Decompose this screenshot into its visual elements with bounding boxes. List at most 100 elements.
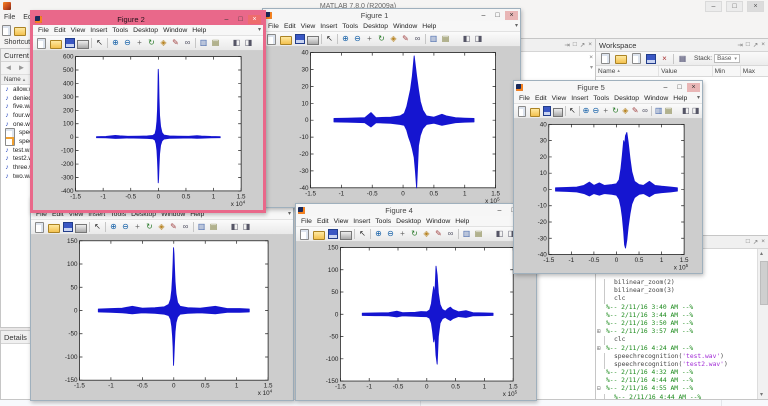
history-item[interactable]: ⊞ %-- 2/11/16 4:24 AM --%: [596, 345, 758, 353]
scroll-up-icon[interactable]: ▴: [760, 250, 763, 257]
back-icon[interactable]: ◄: [3, 63, 14, 74]
close-button[interactable]: ×: [687, 82, 700, 92]
history-item[interactable]: %-- 2/11/16 3:40 AM --%: [596, 304, 758, 312]
menu-item[interactable]: Edit: [282, 23, 298, 30]
data-cursor-icon[interactable]: ◈: [388, 34, 399, 45]
brush-icon[interactable]: ✎: [433, 229, 444, 240]
close-icon[interactable]: ×: [589, 54, 593, 61]
menu-item[interactable]: Tools: [591, 95, 611, 102]
open-folder-icon[interactable]: [529, 107, 540, 117]
undock-icon[interactable]: ↗: [753, 41, 758, 49]
colorbar-icon[interactable]: ▥: [198, 38, 209, 49]
undock-icon[interactable]: ↗: [580, 41, 585, 49]
history-item[interactable]: %-- 2/11/16 3:50 AM --%: [596, 320, 758, 328]
menu-item[interactable]: Help: [190, 27, 208, 34]
menu-item[interactable]: Help: [453, 218, 471, 225]
maximize-button[interactable]: □: [491, 11, 504, 20]
plot-selector-icon[interactable]: ▦: [677, 53, 688, 64]
figure-window-2[interactable]: Figure 2 – □ × ▾ File Edit View Insert Tools…: [30, 10, 266, 213]
legend-icon[interactable]: ▤: [208, 222, 219, 233]
workspace-header[interactable]: Workspace ⇥ □ ↗ ×: [596, 39, 768, 52]
colorbar-icon[interactable]: ▥: [196, 222, 207, 233]
menu-item[interactable]: File: [36, 27, 51, 34]
zoom-out-icon[interactable]: ⊖: [591, 106, 600, 117]
menu-item[interactable]: View: [332, 218, 351, 225]
show-tools-icon[interactable]: ◨: [241, 222, 252, 233]
wav-file-icon[interactable]: ♪: [3, 146, 11, 154]
brush-icon[interactable]: ✎: [170, 38, 181, 49]
minimize-button[interactable]: –: [220, 15, 233, 24]
legend-icon[interactable]: ▤: [440, 34, 451, 45]
zoom-in-icon[interactable]: ⊕: [373, 229, 384, 240]
open-folder-icon[interactable]: [14, 26, 26, 36]
menu-item[interactable]: Edit: [315, 218, 331, 225]
menu-item[interactable]: Insert: [569, 95, 590, 102]
cursor-icon[interactable]: ↖: [357, 229, 368, 240]
menu-item[interactable]: Help: [671, 95, 689, 102]
cursor-icon[interactable]: ↖: [568, 106, 577, 117]
wav-file-icon[interactable]: ♪: [3, 172, 11, 180]
data-cursor-icon[interactable]: ◈: [621, 106, 630, 117]
menu-overflow-icon[interactable]: ▾: [258, 26, 261, 33]
wav-file-icon[interactable]: ♪: [3, 85, 11, 93]
open-folder-icon[interactable]: [313, 230, 325, 240]
figure-titlebar[interactable]: Figure 2 – □ ×: [33, 13, 263, 25]
open-folder-icon[interactable]: [280, 35, 292, 45]
forward-icon[interactable]: ►: [16, 63, 27, 74]
menu-item[interactable]: Desktop: [612, 95, 641, 102]
figure-window-5[interactable]: Figure 5 – □ × ▾ File Edit View Insert Tools…: [513, 80, 703, 274]
new-file-icon[interactable]: [267, 33, 276, 45]
figure-window-4[interactable]: Figure 4 – □ × ▾ FileEditViewInsertTools…: [295, 203, 537, 401]
close-button[interactable]: ×: [505, 10, 518, 20]
history-item[interactable]: clc: [596, 295, 758, 304]
history-item[interactable]: %-- 2/11/16 4:44 AM --%: [596, 377, 758, 385]
history-item[interactable]: speechrecognition('test.wav'): [596, 352, 758, 362]
history-item[interactable]: clc: [596, 336, 758, 345]
wav-file-icon[interactable]: ♪: [3, 120, 11, 128]
figure-titlebar[interactable]: Figure 1 – □ ×: [263, 9, 520, 21]
print-icon[interactable]: [77, 39, 89, 49]
menu-item[interactable]: View: [69, 27, 88, 34]
show-tools-icon[interactable]: ◨: [473, 34, 484, 45]
rotate-icon[interactable]: ↻: [376, 34, 387, 45]
hide-tools-icon[interactable]: ◧: [494, 229, 505, 240]
import-data-icon[interactable]: [632, 53, 641, 64]
minimize-button[interactable]: –: [493, 206, 506, 215]
menu-item[interactable]: Insert: [318, 23, 339, 30]
zoom-out-icon[interactable]: ⊖: [122, 38, 133, 49]
save-workspace-icon[interactable]: [646, 53, 656, 64]
history-item[interactable]: ⊟ %-- 2/11/16 4:55 AM --%: [596, 385, 758, 393]
hide-tools-icon[interactable]: ◧: [681, 106, 690, 117]
maximize-button[interactable]: □: [234, 15, 247, 24]
chevron-down-icon[interactable]: ▾: [590, 64, 593, 71]
new-file-icon[interactable]: [2, 24, 11, 36]
menu-item[interactable]: Window: [391, 23, 419, 30]
pan-icon[interactable]: +: [364, 34, 375, 45]
show-tools-icon[interactable]: ◨: [243, 38, 254, 49]
cursor-icon[interactable]: ↖: [92, 222, 103, 233]
pan-icon[interactable]: +: [132, 222, 143, 233]
pan-icon[interactable]: +: [134, 38, 145, 49]
history-item[interactable]: %-- 2/11/16 4:44 AM --%: [596, 393, 758, 399]
stack-select[interactable]: Base ▾: [714, 54, 740, 63]
column-header-name[interactable]: Name ▴: [596, 66, 660, 76]
history-scrollbar[interactable]: ▴ ▾: [757, 249, 768, 399]
legend-icon[interactable]: ▤: [664, 106, 673, 117]
wav-file-icon[interactable]: ♪: [3, 164, 11, 172]
menu-overflow-icon[interactable]: ▾: [288, 210, 291, 217]
figure-titlebar[interactable]: Figure 5 – □ ×: [514, 81, 702, 93]
link-icon[interactable]: ∞: [180, 222, 191, 233]
link-icon[interactable]: ∞: [182, 38, 193, 49]
show-tools-icon[interactable]: ◨: [691, 106, 700, 117]
new-file-icon[interactable]: [518, 105, 526, 117]
history-item[interactable]: ⊞ %-- 2/11/16 3:57 AM --%: [596, 328, 758, 336]
colorbar-icon[interactable]: ▥: [461, 229, 472, 240]
menu-item[interactable]: Tools: [340, 23, 360, 30]
dock-icon[interactable]: ⇥: [564, 41, 569, 49]
maximize-icon[interactable]: □: [746, 238, 750, 246]
history-item[interactable]: bilinear_zoom(3): [596, 287, 758, 296]
new-file-icon[interactable]: [37, 37, 46, 49]
menu-item[interactable]: Window: [642, 95, 670, 102]
cursor-icon[interactable]: ↖: [94, 38, 105, 49]
column-header-max[interactable]: Max: [741, 66, 768, 76]
